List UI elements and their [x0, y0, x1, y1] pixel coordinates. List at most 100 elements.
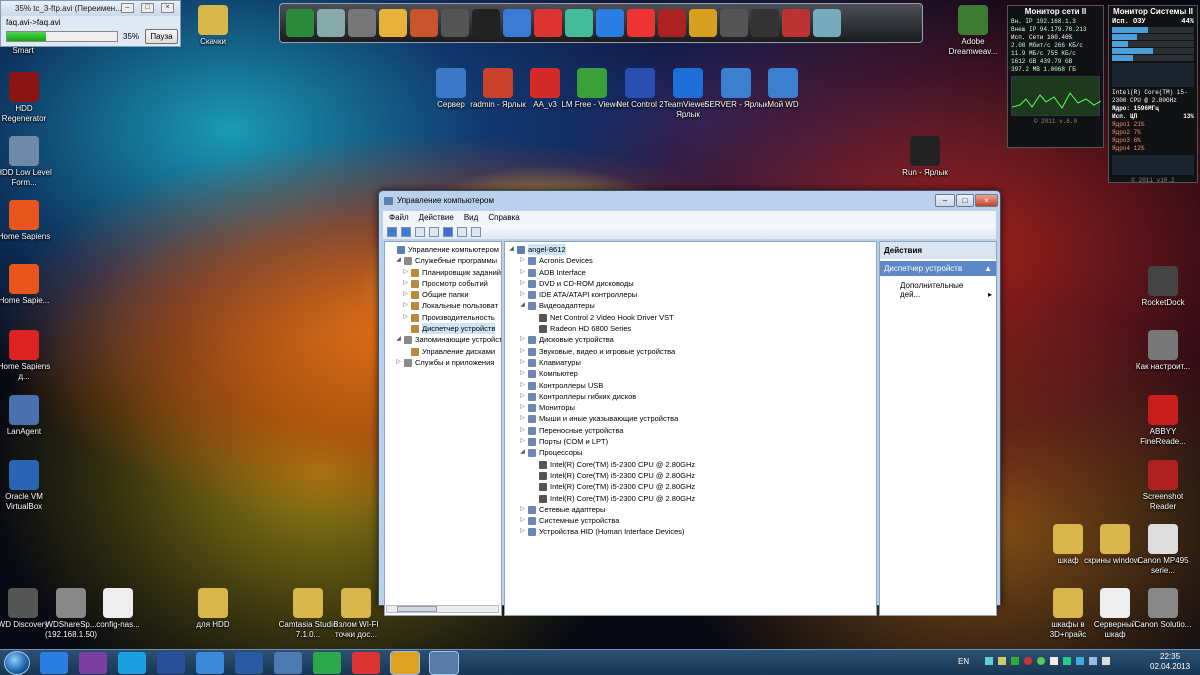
tree-item[interactable]: ▷ Клавиатуры	[505, 357, 876, 368]
desktop-shortcut[interactable]: Canon Solutio...	[1131, 588, 1195, 630]
tray-icon[interactable]	[985, 657, 993, 665]
menu-item[interactable]: Справка	[488, 211, 519, 225]
collapse-icon[interactable]: ◢	[508, 244, 515, 255]
clock[interactable]: 22:35 02.04.2013	[1150, 652, 1190, 672]
window-title-bar[interactable]: Управление компьютером – □ ×	[379, 191, 1000, 211]
show-hide-tree-icon[interactable]	[429, 227, 439, 237]
tree-item[interactable]: ▷ Дисковые устройства	[505, 334, 876, 345]
expand-icon[interactable]: ▷	[519, 515, 526, 526]
desktop-shortcut[interactable]: RocketDock	[1131, 266, 1195, 308]
ie-icon[interactable]	[40, 652, 68, 674]
expand-icon[interactable]: ▷	[519, 346, 526, 357]
help-icon[interactable]	[443, 227, 453, 237]
desktop-shortcut[interactable]: HDD Low Level Form...	[0, 136, 56, 188]
maximize-button[interactable]: □	[956, 194, 974, 207]
desktop-shortcut[interactable]: Screenshot Reader	[1131, 460, 1195, 512]
desktop-shortcut[interactable]: Home Sapie...	[0, 264, 56, 306]
actions-section[interactable]: Диспетчер устройств ▲	[880, 261, 996, 276]
folder-icon[interactable]	[472, 9, 500, 37]
mail-icon[interactable]	[313, 652, 341, 674]
camera-icon[interactable]	[534, 9, 562, 37]
warcraft-icon[interactable]	[689, 9, 717, 37]
pen-icon[interactable]	[441, 9, 469, 37]
close-button[interactable]: ×	[161, 3, 174, 13]
desktop-shortcut[interactable]: Canon MP495 serie...	[1131, 524, 1195, 576]
expand-icon[interactable]: ▷	[519, 436, 526, 447]
tree-item[interactable]: ▷ Общие папки	[385, 289, 501, 300]
tree-item[interactable]: ▷ Acronis Devices	[505, 255, 876, 266]
expand-icon[interactable]: ▷	[519, 368, 526, 379]
media-icon[interactable]	[79, 652, 107, 674]
tree-item[interactable]: ▷ Переносные устройства	[505, 425, 876, 436]
collapse-icon[interactable]: ◢	[519, 300, 526, 311]
tray-icon[interactable]	[998, 657, 1006, 665]
expand-icon[interactable]: ▷	[519, 425, 526, 436]
tree-item[interactable]: ▷ Сетевые адаптеры	[505, 504, 876, 515]
tree-item[interactable]: Управление дисками	[385, 346, 501, 357]
tree-item[interactable]: ▷ Локальные пользоват	[385, 300, 501, 311]
maximize-button[interactable]: □	[141, 3, 154, 13]
expand-icon[interactable]: ▷	[519, 255, 526, 266]
expand-icon[interactable]: ▷	[519, 526, 526, 537]
tree-item[interactable]: ▷ Звуковые, видео и игровые устройства	[505, 346, 876, 357]
tree-item[interactable]: Диспетчер устройств	[385, 323, 501, 335]
tray-icon[interactable]	[1076, 657, 1084, 665]
tree-item[interactable]: ▷ DVD и CD-ROM дисководы	[505, 278, 876, 289]
chrome-icon[interactable]	[352, 652, 380, 674]
network-icon[interactable]	[235, 652, 263, 674]
wave-icon[interactable]	[503, 9, 531, 37]
desktop-shortcut[interactable]: Home Sapiens д...	[0, 330, 56, 382]
tree-item[interactable]: ▷ Планировщик заданий	[385, 267, 501, 278]
chrome-icon[interactable]	[627, 9, 655, 37]
tree-item[interactable]: ▷ Производительность	[385, 312, 501, 323]
tree-item[interactable]: Intel(R) Core(TM) i5-2300 CPU @ 2.80GHz	[505, 481, 876, 492]
tree-item[interactable]: ▷ Мыши и иные указывающие устройства	[505, 413, 876, 424]
tray-icon[interactable]	[1037, 657, 1045, 665]
tree-item[interactable]: ◢ Процессоры	[505, 447, 876, 458]
properties-icon[interactable]	[457, 227, 467, 237]
minimize-button[interactable]: –	[935, 194, 955, 207]
window-icon[interactable]	[274, 652, 302, 674]
game-icon[interactable]	[782, 9, 810, 37]
computer-management-icon[interactable]	[429, 651, 459, 675]
tray-icon[interactable]	[1063, 657, 1071, 665]
desktop-shortcut[interactable]: Мой WD	[751, 68, 815, 110]
expand-icon[interactable]: ▷	[402, 289, 409, 300]
desktop-shortcut[interactable]: Как настроит...	[1131, 330, 1195, 372]
close-button[interactable]: ×	[975, 194, 998, 207]
tray-icon[interactable]	[1024, 657, 1032, 665]
collapse-icon[interactable]: ◢	[395, 255, 402, 266]
menu-item[interactable]: Файл	[389, 211, 409, 225]
desktop-shortcut[interactable]: Run - Ярлык	[893, 136, 957, 178]
expand-icon[interactable]: ▷	[402, 312, 409, 323]
desktop-shortcut[interactable]: Oracle VM VirtualBox	[0, 460, 56, 512]
start-button[interactable]	[4, 651, 30, 675]
expand-icon[interactable]: ▷	[519, 402, 526, 413]
scan-hardware-icon[interactable]	[471, 227, 481, 237]
tool-icon[interactable]	[348, 9, 376, 37]
radio-icon[interactable]	[658, 9, 686, 37]
expand-icon[interactable]: ▷	[519, 357, 526, 368]
expand-icon[interactable]: ▷	[519, 334, 526, 345]
tree-item[interactable]: Intel(R) Core(TM) i5-2300 CPU @ 2.80GHz	[505, 493, 876, 504]
explorer-icon[interactable]	[390, 651, 420, 675]
tree-item[interactable]: Intel(R) Core(TM) i5-2300 CPU @ 2.80GHz	[505, 459, 876, 470]
tree-item[interactable]: ▷ Контроллеры гибких дисков	[505, 391, 876, 402]
tree-item[interactable]: ▷ Контроллеры USB	[505, 380, 876, 391]
desktop-shortcut[interactable]: Home Sapiens	[0, 200, 56, 242]
menu-item[interactable]: Вид	[464, 211, 478, 225]
tree-item[interactable]: Radeon HD 6800 Series	[505, 323, 876, 334]
horizontal-scrollbar[interactable]	[386, 605, 499, 613]
rings-icon[interactable]	[379, 9, 407, 37]
save-icon[interactable]	[157, 652, 185, 674]
tree-item[interactable]: ◢ Видеоадаптеры	[505, 300, 876, 311]
desktop-shortcut[interactable]: config-nas...	[86, 588, 150, 630]
up-icon[interactable]	[415, 227, 425, 237]
forward-icon[interactable]	[401, 227, 411, 237]
collapse-icon[interactable]: ◢	[395, 334, 402, 345]
expand-icon[interactable]: ▷	[402, 267, 409, 278]
thunder-icon[interactable]	[196, 652, 224, 674]
pause-button[interactable]: Пауза	[145, 29, 178, 44]
desktop-shortcut[interactable]: для HDD	[181, 588, 245, 630]
expand-icon[interactable]: ▷	[402, 278, 409, 289]
